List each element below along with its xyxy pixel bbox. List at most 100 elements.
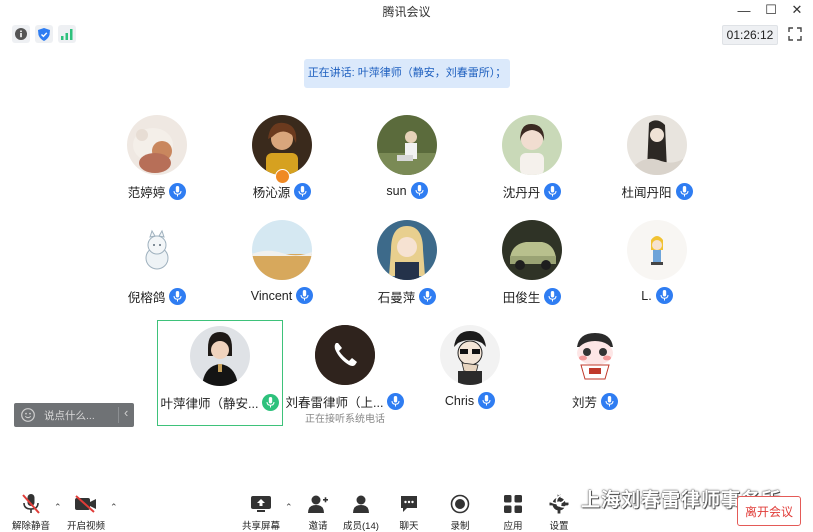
unmute-label: 解除静音	[12, 521, 51, 532]
minimize-button[interactable]: —	[731, 0, 757, 20]
participant-name: 范婷婷	[127, 186, 166, 200]
start-video-label: 开启视频	[67, 521, 106, 532]
meeting-timer: 01:26:12	[722, 25, 778, 45]
avatar	[502, 115, 562, 175]
record-button[interactable]: 录制	[448, 488, 472, 532]
muted-microphone-icon	[19, 493, 43, 515]
participant-name: 石曼萍	[377, 291, 416, 305]
emoji-icon[interactable]	[20, 407, 36, 423]
share-screen-button[interactable]: 共享屏幕	[242, 488, 280, 532]
avatar	[502, 220, 562, 280]
members-label: 成员(14)	[343, 521, 379, 532]
participant-tile[interactable]: 石曼萍	[345, 220, 469, 338]
microphone-icon	[544, 288, 562, 305]
shield-icon[interactable]	[35, 25, 53, 43]
speaking-banner: 正在讲话: 叶萍律师（静安，刘春雷所）；	[304, 59, 510, 88]
participant-tile[interactable]: 刘芳	[533, 325, 657, 443]
microphone-icon	[655, 287, 673, 304]
participant-name: 刘芳	[571, 396, 597, 410]
meeting-info-bar: 01:26:12	[0, 22, 813, 46]
microphone-icon	[296, 287, 314, 304]
participant-tile[interactable]: sun	[345, 115, 469, 233]
maximize-button[interactable]: ☐	[758, 0, 784, 20]
microphone-icon	[675, 183, 693, 200]
signal-icon[interactable]	[58, 25, 76, 43]
invite-label: 邀请	[308, 521, 328, 532]
avatar	[377, 220, 437, 280]
participant-name: Chris	[444, 393, 475, 408]
avatar	[252, 220, 312, 280]
divider	[118, 407, 119, 423]
audio-options-chevron-icon[interactable]: ⌃	[54, 502, 62, 513]
participant-name: 叶萍律师（静安...	[160, 397, 259, 411]
participant-tile[interactable]: 范婷婷	[95, 115, 219, 233]
unmute-button[interactable]: 解除静音	[12, 488, 50, 532]
close-button[interactable]: ✕	[784, 0, 810, 20]
participant-name: 倪榕鸽	[127, 291, 166, 305]
settings-label: 设置	[549, 521, 569, 532]
chat-placeholder: 说点什么...	[44, 409, 95, 422]
apps-grid-icon	[501, 493, 525, 515]
chat-label: 聊天	[399, 521, 419, 532]
avatar	[440, 325, 500, 385]
leave-meeting-button[interactable]: 离开会议	[737, 496, 801, 526]
avatar	[627, 220, 687, 280]
fullscreen-icon[interactable]	[786, 25, 804, 43]
participant-tile[interactable]: 杜闻丹阳	[595, 115, 719, 233]
members-icon	[349, 493, 373, 515]
microphone-icon	[478, 392, 496, 409]
avatar	[252, 115, 312, 175]
microphone-icon	[294, 183, 312, 200]
avatar	[627, 115, 687, 175]
apps-button[interactable]: 应用	[501, 488, 525, 532]
invite-user-icon	[306, 493, 330, 515]
chat-input[interactable]: 说点什么... ‹	[14, 403, 134, 427]
title-bar: 腾讯会议 — ☐ ✕	[0, 0, 813, 20]
video-options-chevron-icon[interactable]: ⌃	[110, 502, 118, 513]
participant-tile[interactable]: 沈丹丹	[470, 115, 594, 233]
participant-name: 刘春雷律师（上...	[285, 396, 384, 410]
chat-button[interactable]: 聊天	[397, 488, 421, 532]
record-icon	[448, 493, 472, 515]
microphone-icon	[387, 393, 405, 410]
record-label: 录制	[450, 521, 470, 532]
info-icon[interactable]	[12, 25, 30, 43]
participant-name: 杨沁源	[252, 186, 291, 200]
share-screen-icon	[249, 493, 273, 515]
video-off-icon	[74, 493, 98, 515]
participant-tile[interactable]: L.	[595, 220, 719, 338]
avatar	[377, 115, 437, 175]
participant-tile[interactable]: Chris	[408, 325, 532, 443]
collapse-chevron-icon[interactable]: ‹	[124, 405, 128, 420]
microphone-icon	[169, 183, 187, 200]
invite-button[interactable]: 邀请	[306, 488, 330, 532]
participant-tile-speaking[interactable]: 叶萍律师（静安...	[157, 320, 283, 426]
participant-tile[interactable]: 田俊生	[470, 220, 594, 338]
microphone-icon	[419, 288, 437, 305]
microphone-icon	[544, 183, 562, 200]
participant-name: L.	[641, 288, 652, 303]
window-title: 腾讯会议	[382, 5, 431, 19]
microphone-icon	[169, 288, 187, 305]
avatar	[190, 326, 250, 386]
participant-name: Vincent	[250, 288, 293, 303]
participant-name: 田俊生	[502, 291, 541, 305]
avatar	[565, 325, 625, 385]
start-video-button[interactable]: 开启视频	[67, 488, 105, 532]
avatar	[127, 220, 187, 280]
avatar	[315, 325, 375, 385]
participant-name: 沈丹丹	[502, 186, 541, 200]
microphone-icon	[262, 394, 280, 411]
members-button[interactable]: 成员(14)	[343, 488, 379, 532]
participant-status: 正在接听系统电话	[305, 414, 385, 425]
share-screen-label: 共享屏幕	[242, 521, 281, 532]
participant-name: 杜闻丹阳	[621, 186, 672, 200]
apps-label: 应用	[503, 521, 523, 532]
participant-tile[interactable]: 杨沁源	[220, 115, 344, 233]
chat-icon	[397, 493, 421, 515]
share-options-chevron-icon[interactable]: ⌃	[285, 502, 293, 513]
wechat-logo-icon	[547, 487, 573, 508]
participant-name: sun	[386, 183, 407, 198]
participant-tile[interactable]: 刘春雷律师（上... 正在接听系统电话	[283, 325, 407, 443]
microphone-icon	[601, 393, 618, 410]
